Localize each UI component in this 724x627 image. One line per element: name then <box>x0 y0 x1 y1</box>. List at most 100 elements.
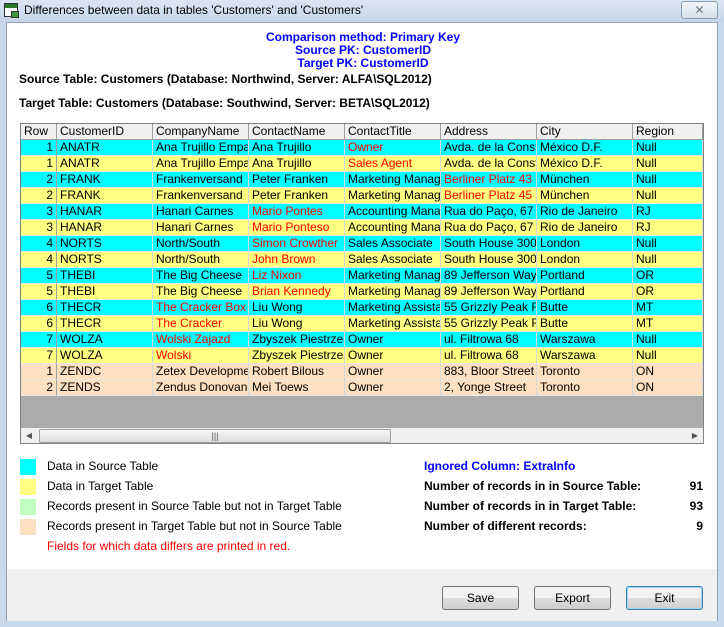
table-row[interactable]: 5 THEBI The Big Cheese Brian Kennedy Marketi… <box>21 284 703 300</box>
column-header[interactable]: Row <box>21 124 57 140</box>
cell-city[interactable]: Butte <box>537 316 633 332</box>
cell-companyname[interactable]: Ana Trujillo Emparedados <box>153 140 249 156</box>
cell-city[interactable]: México D.F. <box>537 156 633 172</box>
row-number[interactable]: 1 <box>21 140 57 156</box>
row-number[interactable]: 3 <box>21 220 57 236</box>
cell-region[interactable]: Null <box>633 140 703 156</box>
column-header[interactable]: City <box>537 124 633 140</box>
cell-city[interactable]: Rio de Janeiro <box>537 204 633 220</box>
cell-city[interactable]: London <box>537 252 633 268</box>
differences-grid[interactable]: Row CustomerID CompanyName ContactName Conta… <box>20 123 704 444</box>
cell-address[interactable]: Berliner Platz 45 <box>441 188 537 204</box>
cell-contactname[interactable]: Liz Nixon <box>249 268 345 284</box>
cell-region[interactable]: RJ <box>633 220 703 236</box>
cell-city[interactable]: Portland <box>537 284 633 300</box>
cell-customerid[interactable]: WOLZA <box>57 348 153 364</box>
row-number[interactable]: 6 <box>21 300 57 316</box>
cell-region[interactable]: Null <box>633 156 703 172</box>
cell-companyname[interactable]: Ana Trujillo Emparedados <box>153 156 249 172</box>
cell-contacttitle[interactable]: Owner <box>345 140 441 156</box>
table-row[interactable]: 6 THECR The Cracker Box Liu Wong Marketing A… <box>21 300 703 316</box>
table-row[interactable]: 5 THEBI The Big Cheese Liz Nixon Marketing M… <box>21 268 703 284</box>
cell-city[interactable]: London <box>537 236 633 252</box>
table-row[interactable]: 2ZENDSZendus Donovan SoftwareMei ToewsOw… <box>21 380 703 396</box>
column-header[interactable]: ContactName <box>249 124 345 140</box>
row-number[interactable]: 5 <box>21 268 57 284</box>
cell-contacttitle[interactable]: Sales Agent <box>345 156 441 172</box>
cell-region[interactable]: OR <box>633 268 703 284</box>
cell-companyname[interactable]: North/South <box>153 236 249 252</box>
cell-contactname[interactable]: Mario Ponteso <box>249 220 345 236</box>
cell-contacttitle[interactable]: Owner <box>345 348 441 364</box>
cell-contactname[interactable]: Ana Trujillo <box>249 156 345 172</box>
table-row[interactable]: 1ANATRAna Trujillo EmparedadosAna Trujil… <box>21 156 703 172</box>
cell-contactname[interactable]: Simon Crowther <box>249 236 345 252</box>
cell-customerid[interactable]: THECR <box>57 316 153 332</box>
cell-city[interactable]: Warszawa <box>537 332 633 348</box>
cell-region[interactable]: ON <box>633 364 703 380</box>
cell-address[interactable]: 55 Grizzly Peak Rd. <box>441 316 537 332</box>
cell-customerid[interactable]: WOLZA <box>57 332 153 348</box>
cell-companyname[interactable]: The Big Cheese <box>153 268 249 284</box>
cell-region[interactable]: Null <box>633 236 703 252</box>
cell-contactname[interactable]: Brian Kennedy <box>249 284 345 300</box>
cell-city[interactable]: México D.F. <box>537 140 633 156</box>
table-row[interactable]: 7WOLZAWolskiZbyszek PiestrzeniewiczOwner… <box>21 348 703 364</box>
cell-contacttitle[interactable]: Marketing Manager <box>345 188 441 204</box>
cell-address[interactable]: 89 Jefferson Way Suite 2 <box>441 284 537 300</box>
column-header[interactable]: CustomerID <box>57 124 153 140</box>
cell-companyname[interactable]: Frankenversand <box>153 172 249 188</box>
cell-contactname[interactable]: Robert Bilous <box>249 364 345 380</box>
cell-address[interactable]: Rua do Paço, 67 <box>441 204 537 220</box>
cell-address[interactable]: 2, Yonge Street <box>441 380 537 396</box>
cell-region[interactable]: Null <box>633 252 703 268</box>
cell-companyname[interactable]: Wolski <box>153 348 249 364</box>
row-number[interactable]: 5 <box>21 284 57 300</box>
table-row[interactable]: 1ZENDCZetex DevelopmentRobert BilousOwne… <box>21 364 703 380</box>
export-button[interactable]: Export <box>534 586 611 610</box>
cell-address[interactable]: ul. Filtrowa 68 <box>441 348 537 364</box>
cell-companyname[interactable]: The Cracker Box <box>153 300 249 316</box>
cell-contacttitle[interactable]: Marketing Assistant <box>345 300 441 316</box>
cell-region[interactable]: MT <box>633 300 703 316</box>
cell-companyname[interactable]: Wolski Zajazd <box>153 332 249 348</box>
cell-customerid[interactable]: NORTS <box>57 236 153 252</box>
cell-customerid[interactable]: FRANK <box>57 172 153 188</box>
cell-address[interactable]: South House 300 Queensbridge <box>441 252 537 268</box>
column-header[interactable]: Region <box>633 124 703 140</box>
cell-address[interactable]: 883, Bloor Street <box>441 364 537 380</box>
row-number[interactable]: 7 <box>21 332 57 348</box>
cell-address[interactable]: Avda. de la Constitución 2222 <box>441 140 537 156</box>
cell-companyname[interactable]: Frankenversand <box>153 188 249 204</box>
cell-address[interactable]: 55 Grizzly Peak Rd. <box>441 300 537 316</box>
cell-address[interactable]: 89 Jefferson Way Suite 2 <box>441 268 537 284</box>
cell-companyname[interactable]: Hanari Carnes <box>153 204 249 220</box>
cell-customerid[interactable]: FRANK <box>57 188 153 204</box>
cell-customerid[interactable]: ANATR <box>57 140 153 156</box>
cell-contactname[interactable]: Liu Wong <box>249 300 345 316</box>
cell-region[interactable]: Null <box>633 348 703 364</box>
cell-customerid[interactable]: ZENDS <box>57 380 153 396</box>
cell-contactname[interactable]: Liu Wong <box>249 316 345 332</box>
cell-companyname[interactable]: Zetex Development <box>153 364 249 380</box>
cell-address[interactable]: ul. Filtrowa 68 <box>441 332 537 348</box>
table-row[interactable]: 3 HANAR Hanari Carnes Mario Pontes Accountin… <box>21 204 703 220</box>
cell-companyname[interactable]: The Cracker <box>153 316 249 332</box>
table-row[interactable]: 2 FRANK Frankenversand Peter Franken Marketi… <box>21 172 703 188</box>
cell-customerid[interactable]: ZENDC <box>57 364 153 380</box>
row-number[interactable]: 4 <box>21 252 57 268</box>
cell-contacttitle[interactable]: Owner <box>345 364 441 380</box>
close-button[interactable]: ✕ <box>681 1 718 19</box>
row-number[interactable]: 3 <box>21 204 57 220</box>
cell-contacttitle[interactable]: Sales Associate <box>345 236 441 252</box>
table-row[interactable]: 6 THECR The Cracker Liu Wong Marketing Assis… <box>21 316 703 332</box>
cell-region[interactable]: ON <box>633 380 703 396</box>
cell-customerid[interactable]: HANAR <box>57 204 153 220</box>
cell-region[interactable]: Null <box>633 188 703 204</box>
table-row[interactable]: 1ANATRAna Trujillo EmparedadosAna Trujil… <box>21 140 703 156</box>
row-number[interactable]: 6 <box>21 316 57 332</box>
cell-region[interactable]: Null <box>633 332 703 348</box>
cell-contactname[interactable]: Zbyszek Piestrzeniewicz <box>249 332 345 348</box>
row-number[interactable]: 2 <box>21 172 57 188</box>
table-row[interactable]: 2 FRANK Frankenversand Peter Franken Marketi… <box>21 188 703 204</box>
